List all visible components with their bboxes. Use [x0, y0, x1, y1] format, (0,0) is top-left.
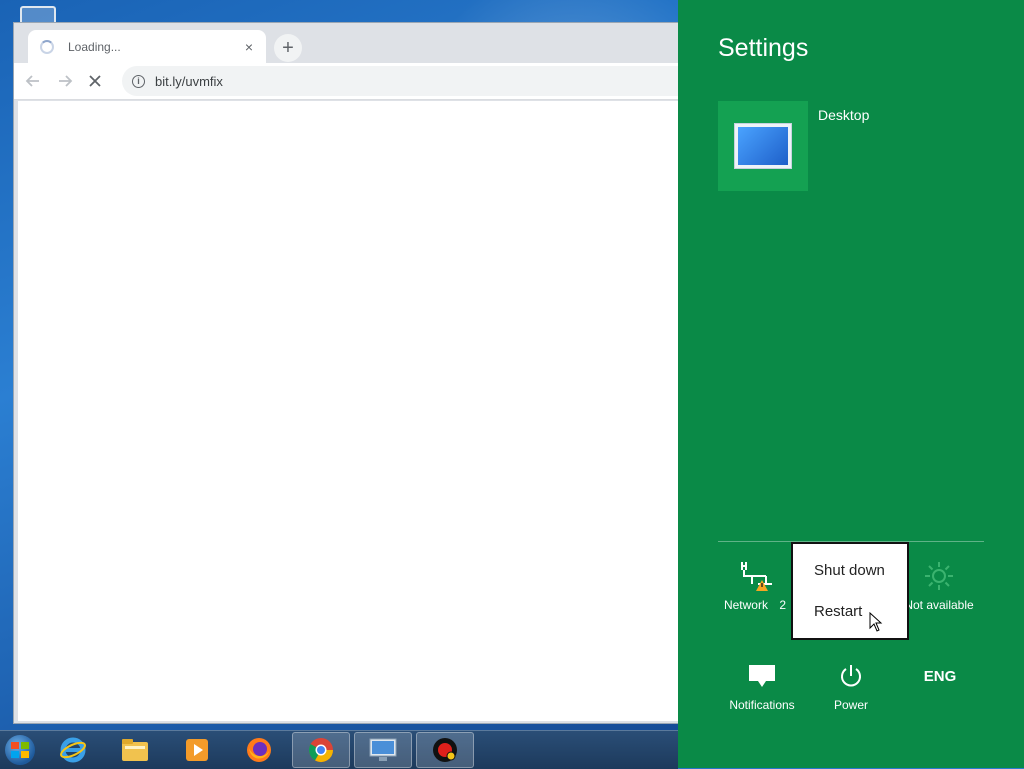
loading-spinner-icon [40, 39, 54, 54]
panel-title: Settings [718, 34, 809, 62]
monitor-icon [369, 738, 397, 761]
tab-strip: Loading... × + [14, 23, 680, 63]
arrow-right-icon [59, 75, 73, 87]
forward-button[interactable] [52, 68, 78, 94]
taskbar [0, 730, 678, 769]
tab-close-icon[interactable]: × [240, 39, 258, 55]
recycle-bin-icon[interactable] [20, 6, 56, 22]
power-button[interactable]: Power [806, 660, 896, 712]
brightness-label: Not available [904, 598, 974, 612]
taskbar-internet-explorer[interactable] [44, 732, 102, 768]
taskbar-remote-desktop[interactable] [354, 732, 412, 768]
address-bar[interactable]: i bit.ly/uvmfix [122, 66, 680, 96]
power-menu: Shut down Restart [791, 542, 909, 640]
mouse-cursor-icon [869, 612, 883, 632]
browser-tab[interactable]: Loading... × [28, 30, 266, 63]
taskbar-recorder[interactable] [416, 732, 474, 768]
brightness-icon [925, 562, 953, 590]
windows-logo-icon [5, 735, 35, 765]
network-button[interactable]: Network 2 [710, 560, 800, 612]
keyboard-language-label: ENG [923, 667, 957, 685]
desktop-monitor-icon [734, 123, 792, 169]
record-icon [433, 738, 457, 762]
notifications-icon [749, 665, 775, 687]
taskbar-firefox[interactable] [230, 732, 288, 768]
back-button[interactable] [20, 68, 46, 94]
start-button[interactable] [0, 731, 40, 769]
taskbar-file-explorer[interactable] [106, 732, 164, 768]
network-label: Network [723, 598, 768, 612]
desktop-tile[interactable] [718, 101, 808, 191]
taskbar-media-player[interactable] [168, 732, 226, 768]
browser-toolbar: i bit.ly/uvmfix [14, 63, 680, 100]
restart-option[interactable]: Restart [814, 603, 862, 620]
notifications-label: Notifications [729, 698, 795, 712]
page-content [18, 101, 678, 721]
info-icon[interactable]: i [132, 74, 145, 88]
notifications-button[interactable]: Notifications [717, 660, 807, 712]
firefox-icon [247, 738, 271, 762]
browser-window: Loading... × + i bit.ly/uvmfix [13, 22, 681, 724]
folder-icon [122, 739, 148, 761]
stop-button[interactable] [82, 68, 108, 94]
close-icon [89, 75, 101, 87]
chrome-icon [308, 738, 333, 763]
media-player-icon [186, 739, 208, 761]
power-icon [841, 665, 861, 687]
keyboard-language-button[interactable]: ENG [895, 660, 985, 698]
internet-explorer-icon [60, 737, 86, 763]
settings-charm-panel: Settings Desktop Network 2 Not available [678, 0, 1024, 768]
url-text: bit.ly/uvmfix [155, 73, 223, 89]
taskbar-chrome[interactable] [292, 732, 350, 768]
desktop-tile-label: Desktop [818, 107, 870, 123]
network-warning-icon [741, 562, 772, 591]
power-label: Power [833, 698, 868, 712]
network-suffix: 2 [779, 598, 787, 612]
shut-down-option[interactable]: Shut down [814, 562, 885, 579]
arrow-left-icon [25, 75, 39, 87]
tab-title: Loading... [68, 39, 121, 54]
new-tab-button[interactable]: + [274, 34, 302, 62]
